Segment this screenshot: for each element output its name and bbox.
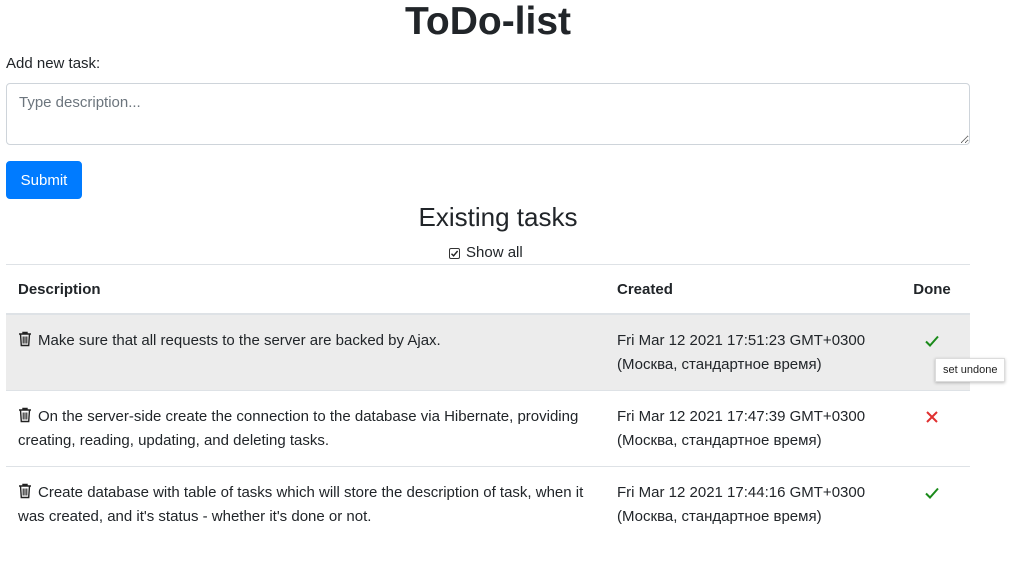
task-description-cell: Make sure that all requests to the serve… (6, 313, 605, 391)
check-icon[interactable] (924, 333, 940, 349)
tasks-table: Description Created Done Make sure that … (6, 264, 970, 542)
trash-icon[interactable] (18, 331, 32, 347)
trash-icon[interactable] (18, 407, 32, 423)
add-task-label: Add new task: (6, 55, 101, 72)
column-header-created: Created (605, 264, 894, 315)
column-header-done: Done (894, 264, 970, 315)
table-row: Make sure that all requests to the serve… (6, 313, 970, 391)
column-header-description: Description (6, 264, 605, 315)
checkmark-icon (451, 250, 459, 257)
description-input[interactable] (6, 83, 970, 145)
trash-icon[interactable] (18, 483, 32, 499)
todo-page: ToDo-list Add new task: Submit Existing … (0, 0, 1013, 577)
cross-icon[interactable] (924, 409, 940, 425)
show-all-checkbox[interactable] (449, 247, 460, 259)
task-created: Fri Mar 12 2021 17:44:16 GMT+0300 (Москв… (605, 466, 894, 542)
task-description: On the server-side create the connection… (18, 408, 579, 449)
submit-button[interactable]: Submit (6, 161, 82, 199)
show-all-toggle[interactable]: Show all (449, 243, 523, 263)
table-row: On the server-side create the connection… (6, 390, 970, 467)
page-title: ToDo-list (404, 0, 572, 43)
task-created: Fri Mar 12 2021 17:47:39 GMT+0300 (Москв… (605, 390, 894, 467)
table-row: Create database with table of tasks whic… (6, 466, 970, 542)
task-done-cell (894, 466, 970, 542)
set-undone-tooltip: set undone (935, 358, 1006, 382)
check-icon[interactable] (924, 485, 940, 501)
task-done-cell (894, 390, 970, 467)
task-description-cell: Create database with table of tasks whic… (6, 466, 605, 542)
task-description: Create database with table of tasks whic… (18, 484, 584, 525)
tasks-section-title: Existing tasks (418, 202, 578, 232)
table-header-row: Description Created Done (6, 264, 970, 315)
task-created: Fri Mar 12 2021 17:51:23 GMT+0300 (Москв… (605, 313, 894, 391)
show-all-label: Show all (466, 244, 523, 261)
task-description: Make sure that all requests to the serve… (38, 332, 441, 349)
task-description-cell: On the server-side create the connection… (6, 390, 605, 467)
